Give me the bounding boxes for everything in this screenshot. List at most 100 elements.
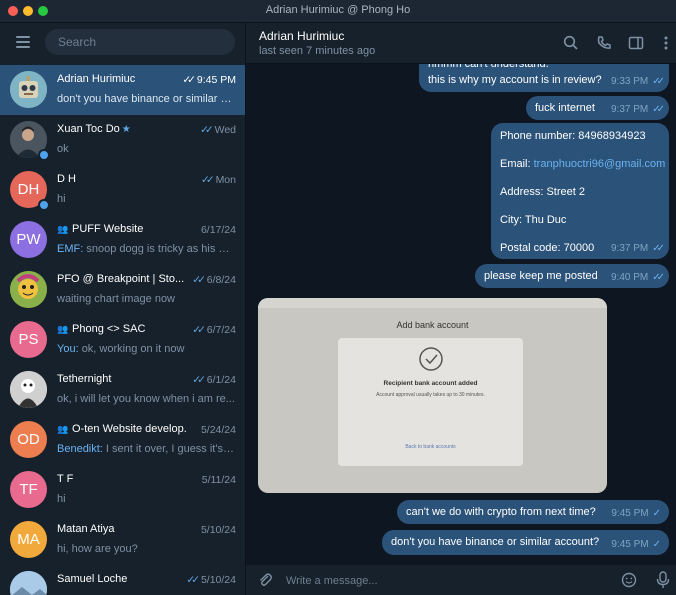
chat-item-o-ten-website[interactable]: OD 👥 O-ten Website develop... 5/24/24 Ben…: [0, 415, 245, 465]
phone-call-icon[interactable]: [596, 35, 612, 51]
chat-item-pfo-breakpoint[interactable]: PFO @ Breakpoint | Sto... ✓✓ 6/8/24 wait…: [0, 265, 245, 315]
chat-item-matan-atiya[interactable]: MA Matan Atiya 5/10/24 hi, how are you?: [0, 515, 245, 565]
chat-item-adrian-hurimiuc[interactable]: Adrian Hurimiuc ✓✓ 9:45 PM don't you hav…: [0, 65, 245, 115]
chat-preview: Benedikt: I sent it over, I guess it's g…: [57, 443, 235, 455]
chat-name: 👥 Phong <> SAC: [57, 323, 146, 335]
message-meta: 9:45 PM ✓: [611, 508, 661, 519]
chat-time: ✓✓ Wed: [200, 124, 236, 136]
double-check-icon: ✓✓: [652, 76, 665, 87]
message-input[interactable]: [284, 570, 608, 592]
cartoon-avatar-icon: [10, 271, 47, 308]
message-bubble[interactable]: hmmm can't understand. this is why my ac…: [419, 64, 669, 92]
chat-preview: hi: [57, 193, 66, 205]
message-text: hmmm can't understand. this is why my ac…: [428, 64, 602, 86]
message-meta: 9:40 PM ✓✓: [610, 272, 665, 283]
photo-message[interactable]: Add bank account Recipient bank account …: [258, 298, 607, 493]
chat-time: 5/10/24: [200, 524, 236, 536]
search-icon[interactable]: [563, 35, 579, 51]
chat-preview: hi: [57, 493, 66, 505]
message-text: can't we do with crypto from next time?: [406, 506, 596, 518]
online-status-dot: [38, 199, 50, 211]
double-check-icon: ✓✓: [192, 274, 205, 286]
message-history: hmmm can't understand. this is why my ac…: [246, 64, 676, 564]
double-check-icon: ✓✓: [652, 243, 665, 254]
browser-tabs-strip: [258, 298, 607, 308]
double-check-icon: ✓✓: [186, 574, 199, 586]
group-icon: 👥: [57, 324, 69, 334]
double-check-icon: ✓✓: [192, 374, 205, 386]
message-bubble[interactable]: please keep me posted 9:40 PM ✓✓: [475, 264, 669, 288]
chat-time: ✓✓ 9:45 PM: [182, 74, 236, 86]
double-check-icon: ✓✓: [652, 272, 665, 283]
emoji-icon[interactable]: [621, 572, 637, 588]
avatar: [10, 371, 47, 408]
message-bubble[interactable]: fuck internet 9:37 PM ✓✓: [526, 96, 669, 120]
chat-preview: EMF: snoop dogg is tricky as his au...: [57, 243, 235, 255]
double-check-icon: ✓✓: [192, 324, 205, 336]
chat-preview: ok, i will let you know when i am re...: [57, 393, 235, 405]
chat-name: PFO @ Breakpoint | Sto...: [57, 273, 185, 285]
chat-name: 👥 O-ten Website develop...: [57, 423, 187, 435]
chat-item-puff-website[interactable]: PW 👥 PUFF Website 6/17/24 EMF: snoop dogg…: [0, 215, 245, 265]
microphone-icon[interactable]: [656, 571, 670, 589]
chat-item-phong-sac[interactable]: PS 👥 Phong <> SAC ✓✓ 6/7/24 You: ok, work…: [0, 315, 245, 365]
chat-preview: ok: [57, 143, 69, 155]
photo-heading: Recipient bank account added: [383, 380, 478, 387]
more-options-icon[interactable]: [658, 35, 674, 51]
avatar: OD: [10, 421, 47, 458]
chat-preview: hi, how are you?: [57, 543, 138, 555]
chat-name: Adrian Hurimiuc: [57, 73, 136, 85]
chat-time: ✓✓ 6/8/24: [192, 274, 236, 286]
chat-item-samuel-loche[interactable]: Samuel Loche ✓✓ 5/10/24: [0, 565, 245, 595]
person-photo-icon: [10, 371, 47, 408]
avatar: PW: [10, 221, 47, 258]
robot-avatar-icon: [10, 71, 47, 108]
star-icon: ★: [121, 124, 131, 135]
chat-item-xuan-toc-do[interactable]: Xuan Toc Do ★ ✓✓ Wed ok: [0, 115, 245, 165]
message-bubble[interactable]: don't you have binance or similar accoun…: [382, 530, 669, 555]
chat-item-d-h[interactable]: DH D H ✓✓ Mon hi: [0, 165, 245, 215]
check-icon: ✓: [652, 539, 661, 550]
avatar: [10, 571, 47, 595]
paperclip-icon[interactable]: [257, 572, 273, 588]
chat-name: T F: [57, 473, 74, 485]
message-text: Phone number: 84968934923 Email: tranphu…: [500, 130, 666, 254]
chat-name: Samuel Loche: [57, 573, 128, 585]
sidebar-toggle-icon[interactable]: [628, 35, 644, 51]
message-meta: 9:37 PM ✓✓: [610, 104, 665, 115]
chat-title[interactable]: Adrian Hurimiuc: [259, 29, 344, 43]
check-icon: ✓: [652, 508, 661, 519]
email-link[interactable]: tranphuoctri96@gmail.com: [534, 158, 666, 170]
chat-name: Tethernight: [57, 373, 112, 385]
chat-time: ✓✓ 5/10/24: [186, 574, 236, 586]
chat-time: ✓✓ Mon: [201, 174, 236, 186]
chat-item-tethernight[interactable]: Tethernight ✓✓ 6/1/24 ok, i will let you…: [0, 365, 245, 415]
avatar: TF: [10, 471, 47, 508]
chat-header: Adrian Hurimiuc last seen 7 minutes ago: [246, 23, 676, 64]
avatar: [10, 71, 47, 108]
message-text: don't you have binance or similar accoun…: [391, 536, 600, 548]
group-icon: 👥: [57, 224, 69, 234]
message-meta: 9:37 PM ✓✓: [610, 243, 665, 254]
composer-bar: [246, 565, 676, 595]
hamburger-menu-icon[interactable]: [16, 36, 30, 48]
online-status-dot: [38, 149, 50, 161]
message-bubble-contact-details[interactable]: Phone number: 84968934923 Email: tranphu…: [491, 123, 669, 259]
photo-title: Add bank account: [396, 320, 469, 330]
photo-link: Back to bank accounts: [405, 444, 456, 450]
message-bubble[interactable]: can't we do with crypto from next time? …: [397, 500, 669, 524]
chat-time: ✓✓ 6/1/24: [192, 374, 236, 386]
chat-item-t-f[interactable]: TF T F 5/11/24 hi: [0, 465, 245, 515]
message-meta: 9:33 PM ✓✓: [610, 76, 665, 87]
search-input[interactable]: [45, 29, 235, 55]
double-check-icon: ✓✓: [201, 174, 214, 186]
title-bar: Adrian Hurimiuc @ Phong Ho: [0, 0, 676, 23]
avatar: [10, 271, 47, 308]
landscape-photo-icon: [10, 571, 47, 595]
message-text: fuck internet: [535, 102, 595, 114]
chat-time: 5/24/24: [200, 424, 236, 436]
chat-time: 6/17/24: [200, 224, 236, 236]
chat-preview: You: ok, working on it now: [57, 343, 185, 355]
double-check-icon: ✓✓: [652, 104, 665, 115]
double-check-icon: ✓✓: [182, 74, 195, 86]
